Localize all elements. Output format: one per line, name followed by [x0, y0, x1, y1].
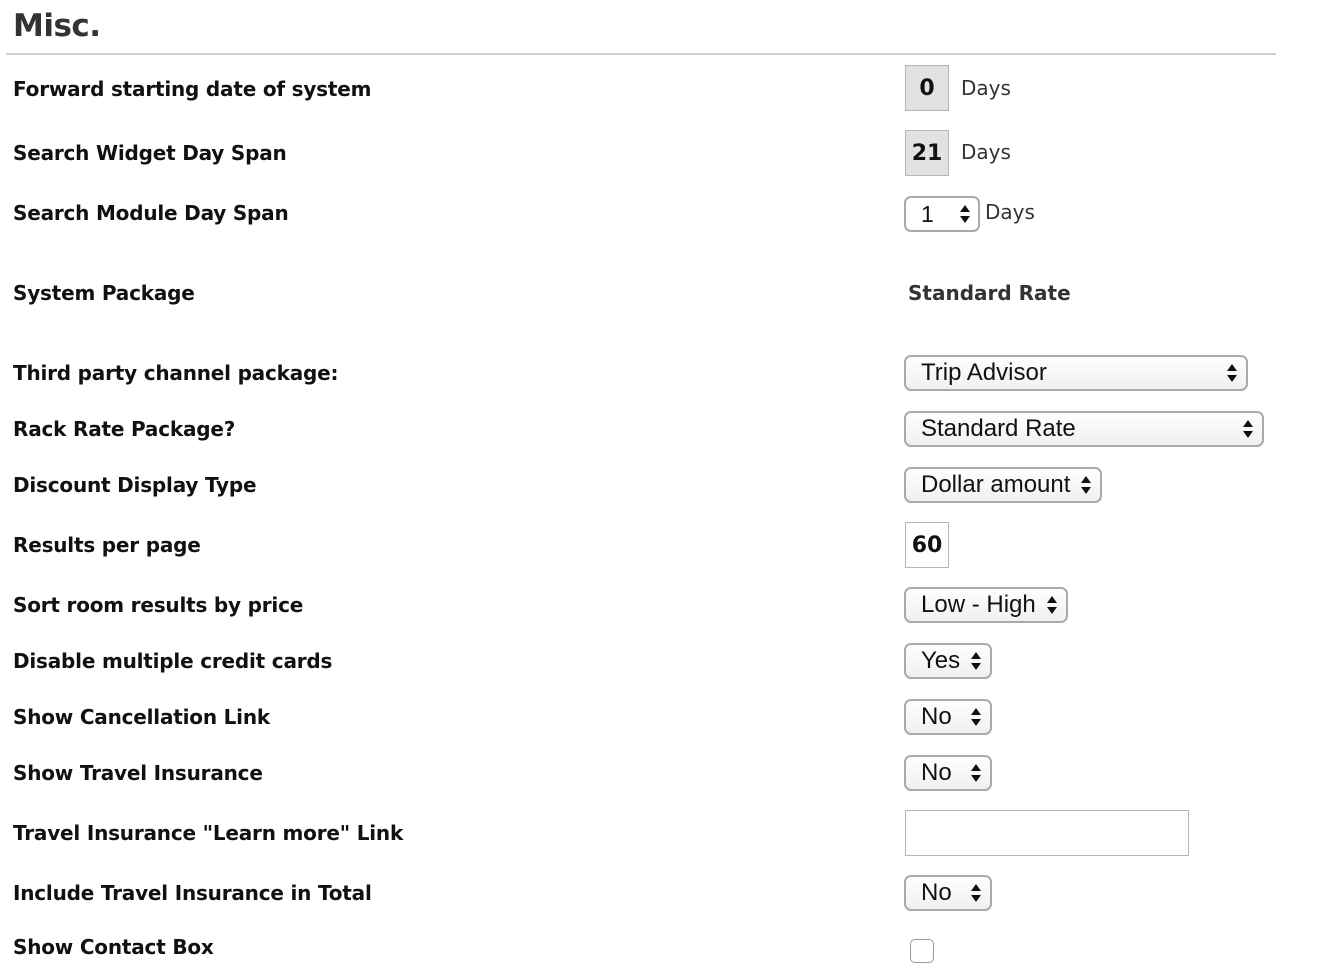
sort-price-selected: Low - High: [921, 591, 1036, 618]
forward-start-unit: Days: [961, 76, 1011, 100]
rack-rate-selected: Standard Rate: [921, 415, 1076, 442]
section-title: Misc.: [13, 8, 101, 44]
select-arrows-icon: [970, 650, 982, 672]
show-travel-ins-selected: No: [921, 759, 952, 786]
stepper-arrows-icon[interactable]: [959, 203, 971, 225]
rack-rate-label: Rack Rate Package?: [13, 417, 236, 441]
select-arrows-icon: [1226, 362, 1238, 384]
select-arrows-icon: [970, 882, 982, 904]
widget-span-field[interactable]: 21: [905, 130, 949, 176]
module-span-label: Search Module Day Span: [13, 201, 289, 225]
show-contact-box-label: Show Contact Box: [13, 935, 214, 959]
travel-ins-link-label: Travel Insurance "Learn more" Link: [13, 821, 404, 845]
show-travel-ins-label: Show Travel Insurance: [13, 761, 263, 785]
show-contact-box-checkbox[interactable]: [910, 939, 934, 963]
sort-price-select[interactable]: Low - High: [904, 587, 1068, 623]
forward-start-label: Forward starting date of system: [13, 77, 372, 101]
select-arrows-icon: [1046, 594, 1058, 616]
discount-type-label: Discount Display Type: [13, 473, 257, 497]
select-arrows-icon: [970, 762, 982, 784]
module-span-stepper[interactable]: 1: [904, 196, 980, 232]
widget-span-unit: Days: [961, 140, 1011, 164]
discount-type-select[interactable]: Dollar amount: [904, 467, 1102, 503]
travel-ins-link-input[interactable]: [905, 810, 1189, 856]
module-span-value: 1: [921, 200, 934, 227]
disable-multi-cc-select[interactable]: Yes: [904, 643, 992, 679]
show-cancel-link-select[interactable]: No: [904, 699, 992, 735]
third-party-select[interactable]: Trip Advisor: [904, 355, 1248, 391]
system-package-label: System Package: [13, 281, 195, 305]
select-arrows-icon: [970, 706, 982, 728]
disable-multi-cc-label: Disable multiple credit cards: [13, 649, 333, 673]
include-travel-ins-label: Include Travel Insurance in Total: [13, 881, 372, 905]
results-per-page-label: Results per page: [13, 533, 201, 557]
third-party-label: Third party channel package:: [13, 361, 339, 385]
third-party-selected: Trip Advisor: [921, 359, 1047, 386]
system-package-value: Standard Rate: [908, 281, 1071, 305]
rack-rate-select[interactable]: Standard Rate: [904, 411, 1264, 447]
module-span-unit: Days: [985, 200, 1035, 224]
widget-span-label: Search Widget Day Span: [13, 141, 287, 165]
select-arrows-icon: [1242, 418, 1254, 440]
show-travel-ins-select[interactable]: No: [904, 755, 992, 791]
sort-price-label: Sort room results by price: [13, 593, 304, 617]
results-per-page-field[interactable]: 60: [905, 522, 949, 568]
include-travel-ins-select[interactable]: No: [904, 875, 992, 911]
select-arrows-icon: [1080, 474, 1092, 496]
show-cancel-link-label: Show Cancellation Link: [13, 705, 270, 729]
show-cancel-link-selected: No: [921, 703, 952, 730]
include-travel-ins-selected: No: [921, 879, 952, 906]
discount-type-selected: Dollar amount: [921, 471, 1071, 498]
section-divider: [6, 53, 1276, 55]
forward-start-field[interactable]: 0: [905, 65, 949, 111]
disable-multi-cc-selected: Yes: [921, 647, 961, 674]
